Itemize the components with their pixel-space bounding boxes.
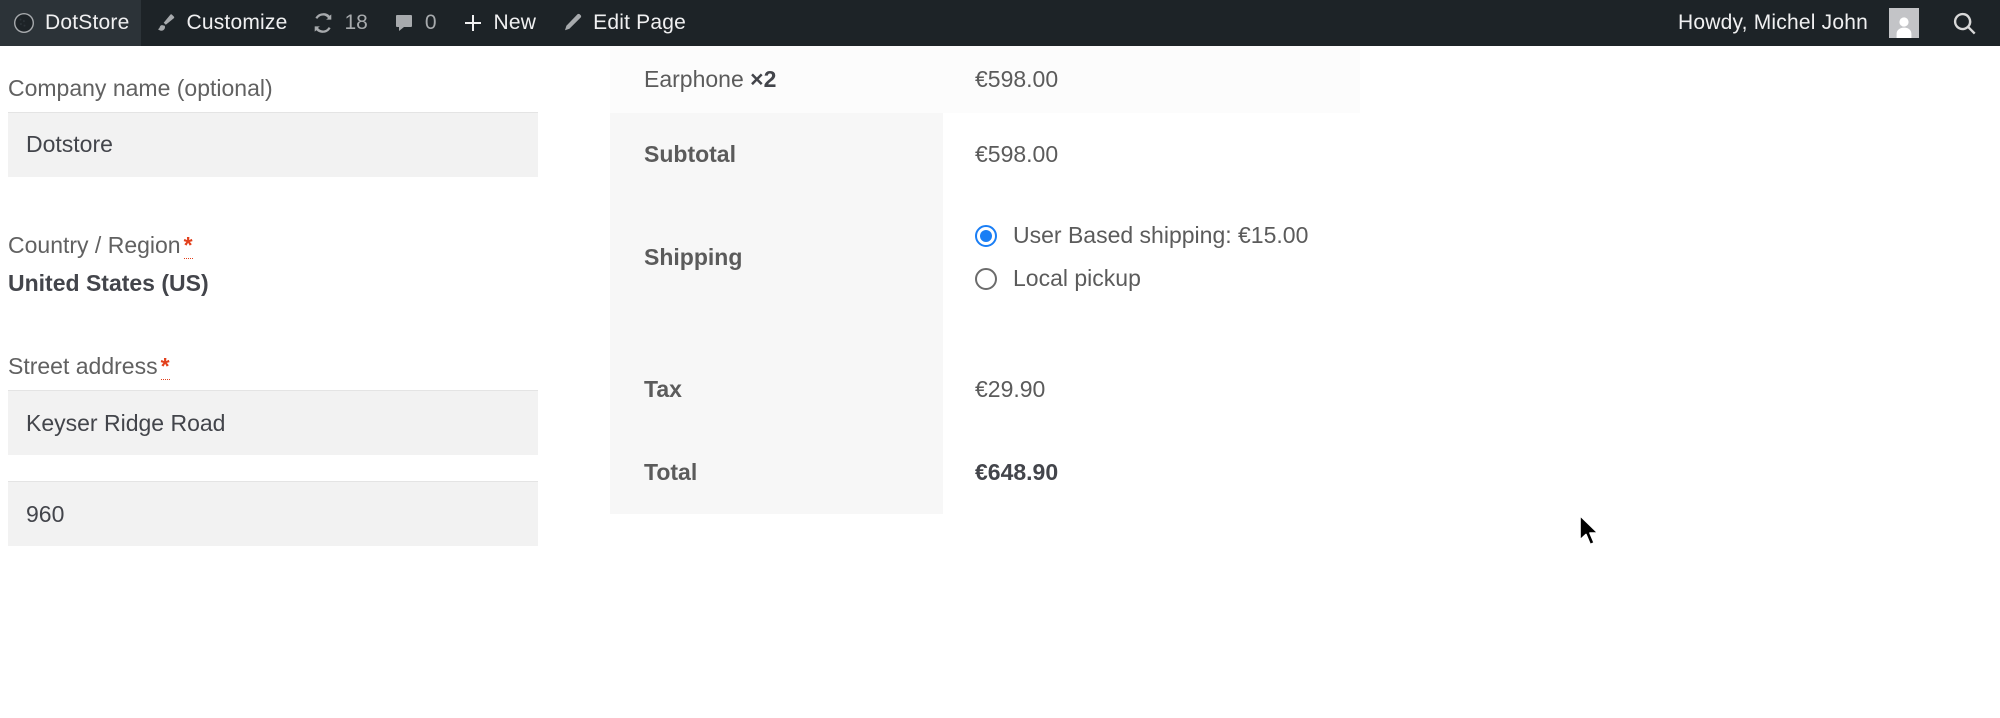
cart-item-name: Earphone xyxy=(644,66,744,92)
shipping-method-label: Local pickup xyxy=(1013,265,1141,291)
comment-bubble-icon xyxy=(392,11,416,35)
cart-item-times-symbol: × xyxy=(750,66,764,92)
shipping-methods-list: User Based shipping: €15.00 Local pickup xyxy=(975,222,1360,292)
adminbar-site-name-label: DotStore xyxy=(45,11,130,34)
shipping-row: Shipping User Based shipping: €15.00 Loc… xyxy=(610,196,1360,348)
admin-bar-left-group: DotStore Customize 18 0 New Edit Page xyxy=(0,0,698,46)
cart-item-price-cell: €598.00 xyxy=(943,46,1360,113)
shipping-label: Shipping xyxy=(610,196,943,348)
cart-item-qty-value: 2 xyxy=(763,66,777,92)
country-region-label: Country / Region * xyxy=(8,231,600,260)
search-icon xyxy=(1951,10,1978,37)
required-asterisk: * xyxy=(183,231,193,259)
subtotal-value: €598.00 xyxy=(943,113,1360,196)
adminbar-edit-page[interactable]: Edit Page xyxy=(548,0,698,46)
adminbar-my-account[interactable]: Howdy, Michel John xyxy=(1666,0,1931,46)
subtotal-label: Subtotal xyxy=(610,113,943,196)
adminbar-comments-count: 0 xyxy=(424,11,437,34)
country-region-value[interactable]: United States (US) xyxy=(8,269,600,299)
total-label: Total xyxy=(610,431,943,514)
cart-item-row: Earphone ×2 €598.00 xyxy=(610,46,1360,113)
company-name-label: Company name (optional) xyxy=(8,74,600,103)
street-address-label-text: Street address xyxy=(8,353,158,380)
adminbar-updates[interactable]: 18 xyxy=(299,0,379,46)
company-name-input[interactable] xyxy=(8,111,538,177)
spacer-between-address-lines xyxy=(8,455,600,481)
paintbrush-icon xyxy=(153,11,177,35)
wp-admin-bar: DotStore Customize 18 0 New Edit Page Ho… xyxy=(0,0,2000,46)
adminbar-site-name[interactable]: DotStore xyxy=(0,0,142,46)
radio-user-based-shipping[interactable] xyxy=(975,224,997,247)
shipping-methods-cell: User Based shipping: €15.00 Local pickup xyxy=(943,196,1360,348)
street-address-label: Street address * xyxy=(8,352,600,381)
shipping-method-user-based[interactable]: User Based shipping: €15.00 xyxy=(975,222,1360,249)
cart-item-name-cell: Earphone ×2 xyxy=(610,46,943,113)
radio-local-pickup[interactable] xyxy=(975,267,997,290)
order-review-body: Earphone ×2 €598.00 Subtotal €598.00 Shi… xyxy=(610,46,1360,514)
adminbar-customize[interactable]: Customize xyxy=(141,0,299,46)
pencil-icon xyxy=(560,11,584,35)
checkout-page: Company name (optional) Country / Region… xyxy=(0,46,2000,718)
adminbar-edit-page-label: Edit Page xyxy=(593,11,687,34)
shipping-method-label: User Based shipping: €15.00 xyxy=(1013,222,1309,248)
company-name-label-text: Company name (optional) xyxy=(8,75,273,101)
tax-value: €29.90 xyxy=(943,348,1360,431)
update-arrows-icon xyxy=(311,11,335,35)
adminbar-new-label: New xyxy=(493,11,537,34)
country-region-label-text: Country / Region xyxy=(8,231,181,258)
spacer-after-country xyxy=(8,298,600,324)
adminbar-greeting: Howdy, Michel John xyxy=(1678,11,1868,34)
adminbar-updates-count: 18 xyxy=(344,11,368,34)
cart-item-quantity: ×2 xyxy=(750,66,776,92)
plus-icon xyxy=(461,11,485,35)
billing-details-form: Company name (optional) Country / Region… xyxy=(0,46,600,547)
total-value: €648.90 xyxy=(943,431,1360,514)
required-asterisk: * xyxy=(160,353,170,381)
user-avatar-icon xyxy=(1889,8,1919,38)
spacer-after-company xyxy=(8,177,600,203)
admin-bar-right-group: Howdy, Michel John xyxy=(1666,0,2000,46)
total-row: Total €648.90 xyxy=(610,431,1360,514)
tax-label: Tax xyxy=(610,348,943,431)
street-address-line2-input[interactable] xyxy=(8,481,538,547)
wordpress-logo-icon xyxy=(12,11,36,35)
adminbar-comments[interactable]: 0 xyxy=(380,0,449,46)
adminbar-customize-label: Customize xyxy=(186,11,288,34)
subtotal-row: Subtotal €598.00 xyxy=(610,113,1360,196)
adminbar-search-toggle[interactable] xyxy=(1931,0,2000,46)
adminbar-new-content[interactable]: New xyxy=(449,0,549,46)
order-review-table: Earphone ×2 €598.00 Subtotal €598.00 Shi… xyxy=(610,46,1360,514)
street-address-line1-input[interactable] xyxy=(8,390,538,456)
mouse-pointer-icon xyxy=(1578,514,1602,553)
tax-row: Tax €29.90 xyxy=(610,348,1360,431)
shipping-method-local-pickup[interactable]: Local pickup xyxy=(975,265,1360,292)
